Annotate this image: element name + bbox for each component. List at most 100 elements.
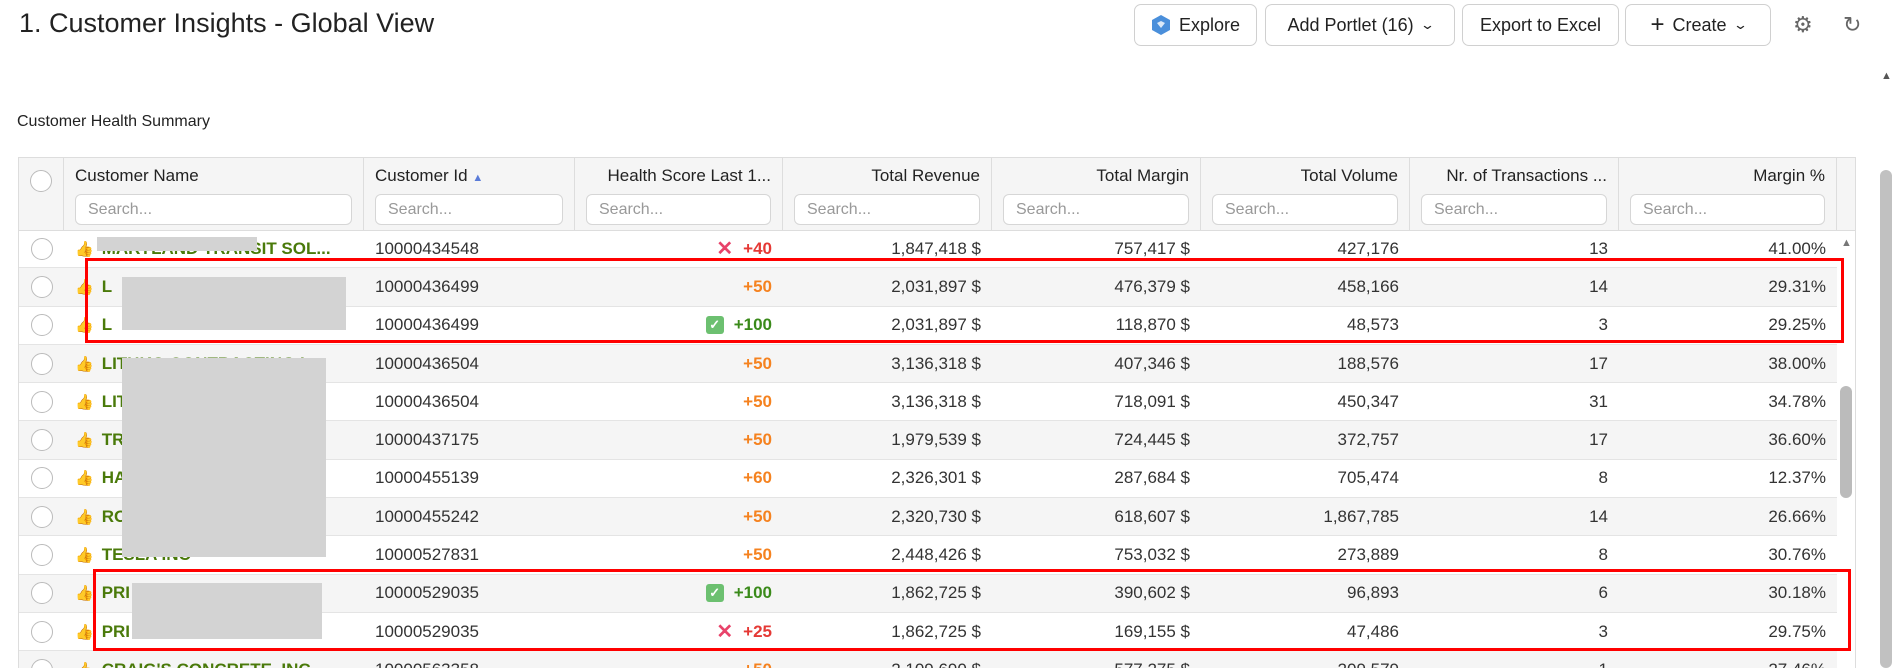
customer-name-link[interactable]: CRAIG'S CONCRETE, INC [102,660,311,668]
row-select-radio[interactable] [30,582,53,605]
health-score-cell: +50 [575,507,783,527]
row-select-radio[interactable] [30,467,53,490]
trx-cell: 31 [1589,391,1608,411]
row-select-cell [19,505,64,528]
trx-cell: 8 [1598,545,1608,565]
row-select-radio[interactable] [30,505,53,528]
column-title[interactable]: Total Revenue [871,166,980,185]
explore-label: Explore [1178,14,1241,35]
column-search-input[interactable]: Search... [1421,194,1607,225]
column-label[interactable]: Customer Id ▲ [375,166,563,188]
create-button[interactable]: + Create ⌄ [1625,4,1771,46]
column-search-input[interactable]: Search... [1212,194,1398,225]
column-title[interactable]: Margin % [1753,166,1825,185]
highlight-box [93,569,1851,651]
column-search-input[interactable]: Search... [1630,194,1825,225]
page-scrollbar[interactable]: ▲ [1874,0,1898,668]
search-placeholder: Search... [1434,201,1499,218]
column-label[interactable]: Total Revenue [794,166,980,188]
trx-cell: 17 [1589,353,1608,373]
health-score-cell: +50 [575,392,783,412]
margin-cell: 287,684 $ [1114,468,1190,488]
volume-cell: 450,347 [1337,391,1399,411]
page-scrollbar-thumb[interactable] [1880,170,1892,668]
redaction [97,237,257,251]
sort-asc-icon[interactable]: ▲ [472,172,483,184]
row-select-radio[interactable] [30,275,53,298]
column-label[interactable]: Total Margin [1003,166,1189,188]
trx-cell: 14 [1589,506,1608,526]
pct-cell: 34.78% [1768,391,1826,411]
search-placeholder: Search... [1016,201,1081,218]
scroll-up-icon[interactable]: ▲ [1841,237,1852,249]
column-title[interactable]: Health Score Last 1... [608,166,771,185]
column-label[interactable]: Customer Name [75,166,352,188]
margin-cell: 718,091 $ [1114,391,1190,411]
add-portlet-button[interactable]: Add Portlet (16) ⌄ [1265,4,1455,46]
search-placeholder: Search... [388,201,453,218]
health-score-cell: +60 [575,468,783,488]
chevron-down-icon: ⌄ [1419,17,1435,32]
column-label[interactable]: Nr. of Transactions ... [1421,166,1607,188]
revenue-cell: 3,136,318 $ [891,391,981,411]
scroll-up-icon[interactable]: ▲ [1881,70,1892,82]
customer-id-cell: 10000437175 [375,430,480,450]
row-select-radio[interactable] [30,429,53,452]
column-header-margin: Total Margin Search... [992,158,1201,231]
row-select-radio[interactable] [30,352,53,375]
customer-id-cell: 10000527831 [375,545,480,565]
gear-icon[interactable]: ⚙ [1793,12,1813,38]
scrollbar-thumb[interactable] [1840,386,1852,498]
column-title[interactable]: Customer Name [75,166,199,185]
column-label[interactable]: Margin % [1630,166,1825,188]
column-header-revenue: Total Revenue Search... [783,158,992,231]
column-search-input[interactable]: Search... [586,194,771,225]
column-label[interactable]: Health Score Last 1... [586,166,771,188]
column-search-input[interactable]: Search... [794,194,980,225]
customer-name-link[interactable]: TR [102,430,125,450]
column-title[interactable]: Total Margin [1096,166,1189,185]
search-placeholder: Search... [1643,201,1708,218]
select-all-cell [19,158,64,231]
volume-cell: 705,474 [1337,468,1399,488]
column-label[interactable]: Total Volume [1212,166,1398,188]
column-search-input[interactable]: Search... [75,194,352,225]
column-search-input[interactable]: Search... [375,194,563,225]
row-select-radio[interactable] [30,390,53,413]
column-title[interactable]: Total Volume [1301,166,1398,185]
volume-cell: 273,889 [1337,545,1399,565]
revenue-cell: 1,847,418 $ [891,238,981,258]
explore-button[interactable]: Explore [1134,4,1257,46]
thumbs-up-icon: 👍 [75,240,94,258]
search-placeholder: Search... [599,201,664,218]
row-select-radio[interactable] [30,237,53,260]
search-placeholder: Search... [88,201,153,218]
revenue-cell: 1,979,539 $ [891,430,981,450]
thumbs-up-icon: 👍 [75,393,94,411]
search-placeholder: Search... [1225,201,1290,218]
trx-cell: 17 [1589,430,1608,450]
select-all-checkbox[interactable] [30,170,52,192]
export-to-excel-button[interactable]: Export to Excel [1462,4,1619,46]
health-score-cell: +50 [575,354,783,374]
pct-cell: 12.37% [1768,468,1826,488]
explore-icon [1151,15,1170,35]
row-select-radio[interactable] [30,314,53,337]
health-score-cell: +50 [575,430,783,450]
margin-cell: 753,032 $ [1114,545,1190,565]
margin-cell: 724,445 $ [1114,430,1190,450]
table-row[interactable]: 👍 CRAIG'S CONCRETE, INC 10000563358 +50 2,… [19,651,1837,668]
row-select-radio[interactable] [30,544,53,567]
column-search-input[interactable]: Search... [1003,194,1189,225]
row-select-radio[interactable] [30,620,53,643]
pct-cell: 41.00% [1768,238,1826,258]
row-select-cell [19,467,64,490]
column-title[interactable]: Customer Id [375,166,468,185]
row-select-radio[interactable] [30,658,53,668]
refresh-icon[interactable]: ↻ [1843,12,1861,38]
column-title[interactable]: Nr. of Transactions ... [1446,166,1607,185]
revenue-cell: 2,109,690 $ [783,660,992,668]
margin-cell: 577,275 $ [992,660,1201,668]
trx-cell: 1 [1410,660,1619,668]
row-select-cell [19,237,64,260]
